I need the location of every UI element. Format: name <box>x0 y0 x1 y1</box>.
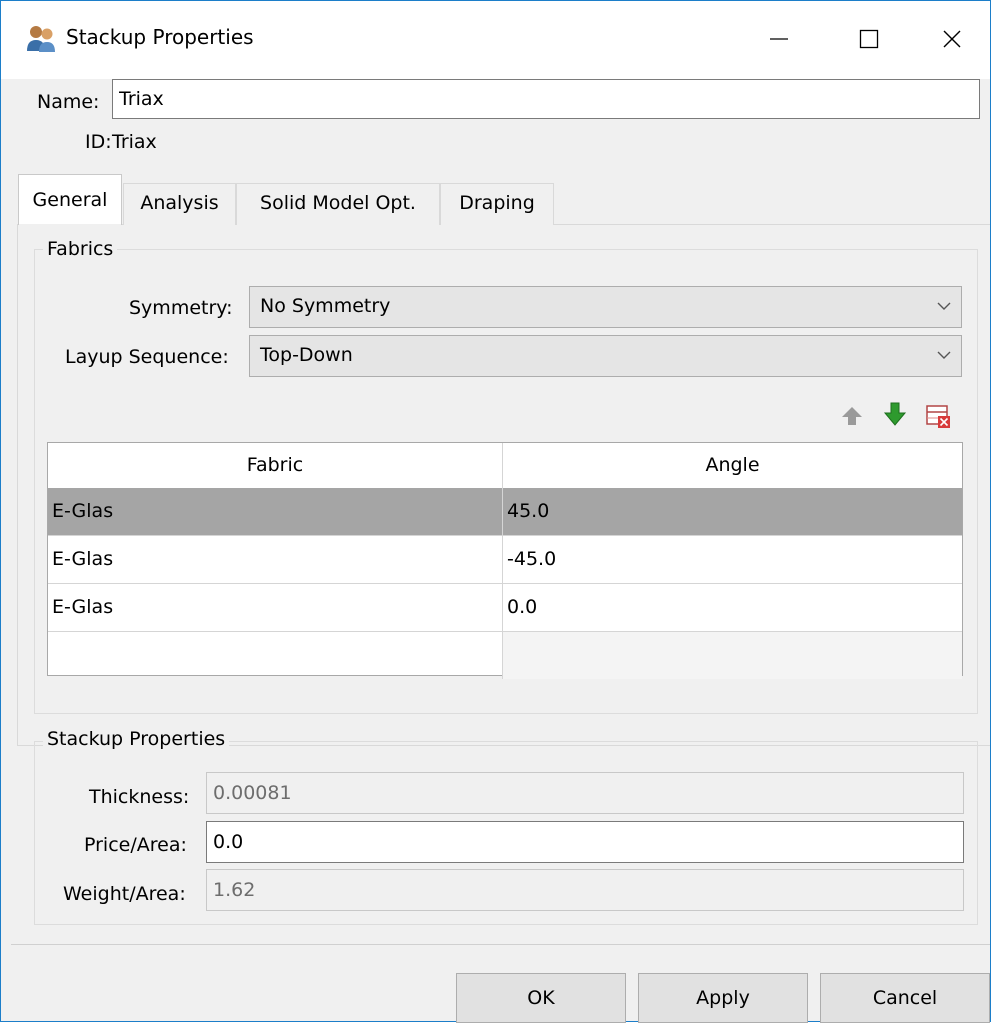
fabric-cell[interactable] <box>48 632 503 679</box>
apply-button[interactable]: Apply <box>638 973 808 1023</box>
ok-button[interactable]: OK <box>456 973 626 1023</box>
symmetry-value: No Symmetry <box>260 295 391 317</box>
chevron-down-icon <box>937 351 951 359</box>
tab-solid-model-options[interactable]: Solid Model Opt. <box>236 183 440 225</box>
fabric-cell[interactable]: E-Glas <box>48 536 503 583</box>
minimize-icon <box>770 38 788 40</box>
weight-area-label: Weight/Area: <box>63 883 186 905</box>
users-icon <box>27 26 55 52</box>
layup-sequence-value: Top-Down <box>260 344 353 366</box>
fabric-cell[interactable]: E-Glas <box>48 488 503 535</box>
stackup-properties-dialog: Stackup Properties Name: ID: Triax Analy… <box>0 0 991 1023</box>
move-down-icon[interactable] <box>882 401 908 427</box>
minimize-button[interactable] <box>736 1 822 77</box>
maximize-icon <box>859 29 879 49</box>
separator <box>11 944 990 945</box>
fabrics-table: Fabric Angle E-Glas 45.0 E-Glas -45.0 E-… <box>47 442 963 679</box>
tab-general[interactable]: General <box>18 174 122 227</box>
column-header-fabric[interactable]: Fabric <box>48 443 503 488</box>
thickness-label: Thickness: <box>89 786 190 808</box>
name-field[interactable] <box>112 79 980 119</box>
id-label: ID: <box>85 131 112 153</box>
name-label: Name: <box>37 91 100 113</box>
maximize-button[interactable] <box>826 1 912 77</box>
title-bar[interactable]: Stackup Properties <box>1 1 990 79</box>
table-header: Fabric Angle <box>48 443 962 489</box>
tab-analysis[interactable]: Analysis <box>123 183 236 225</box>
delete-row-icon[interactable] <box>925 403 951 429</box>
fabric-cell[interactable]: E-Glas <box>48 584 503 631</box>
window-title: Stackup Properties <box>66 25 254 49</box>
move-up-icon[interactable] <box>839 403 865 429</box>
thickness-field <box>206 772 964 814</box>
symmetry-label: Symmetry: <box>129 297 233 319</box>
weight-area-field <box>206 869 964 911</box>
close-icon <box>943 30 961 48</box>
table-row[interactable]: E-Glas -45.0 <box>48 536 962 584</box>
column-header-angle[interactable]: Angle <box>503 443 962 488</box>
angle-cell[interactable]: -45.0 <box>503 536 962 583</box>
price-area-label: Price/Area: <box>84 834 187 856</box>
table-row-empty[interactable] <box>48 632 962 679</box>
id-value: Triax <box>112 131 157 153</box>
layup-sequence-label: Layup Sequence: <box>65 346 229 368</box>
angle-cell[interactable]: 45.0 <box>503 488 962 535</box>
table-row[interactable]: E-Glas 45.0 <box>48 488 962 536</box>
table-row[interactable]: E-Glas 0.0 <box>48 584 962 632</box>
angle-cell[interactable] <box>503 632 962 679</box>
layup-sequence-dropdown[interactable]: Top-Down <box>249 335 962 377</box>
tab-draping[interactable]: Draping <box>440 183 554 225</box>
cancel-button[interactable]: Cancel <box>820 973 990 1023</box>
chevron-down-icon <box>937 302 951 310</box>
stackup-properties-group-title: Stackup Properties <box>43 728 230 750</box>
symmetry-dropdown[interactable]: No Symmetry <box>249 286 962 328</box>
close-button[interactable] <box>914 1 990 77</box>
fabrics-group-title: Fabrics <box>43 238 118 260</box>
price-area-field[interactable] <box>206 821 964 863</box>
angle-cell[interactable]: 0.0 <box>503 584 962 631</box>
